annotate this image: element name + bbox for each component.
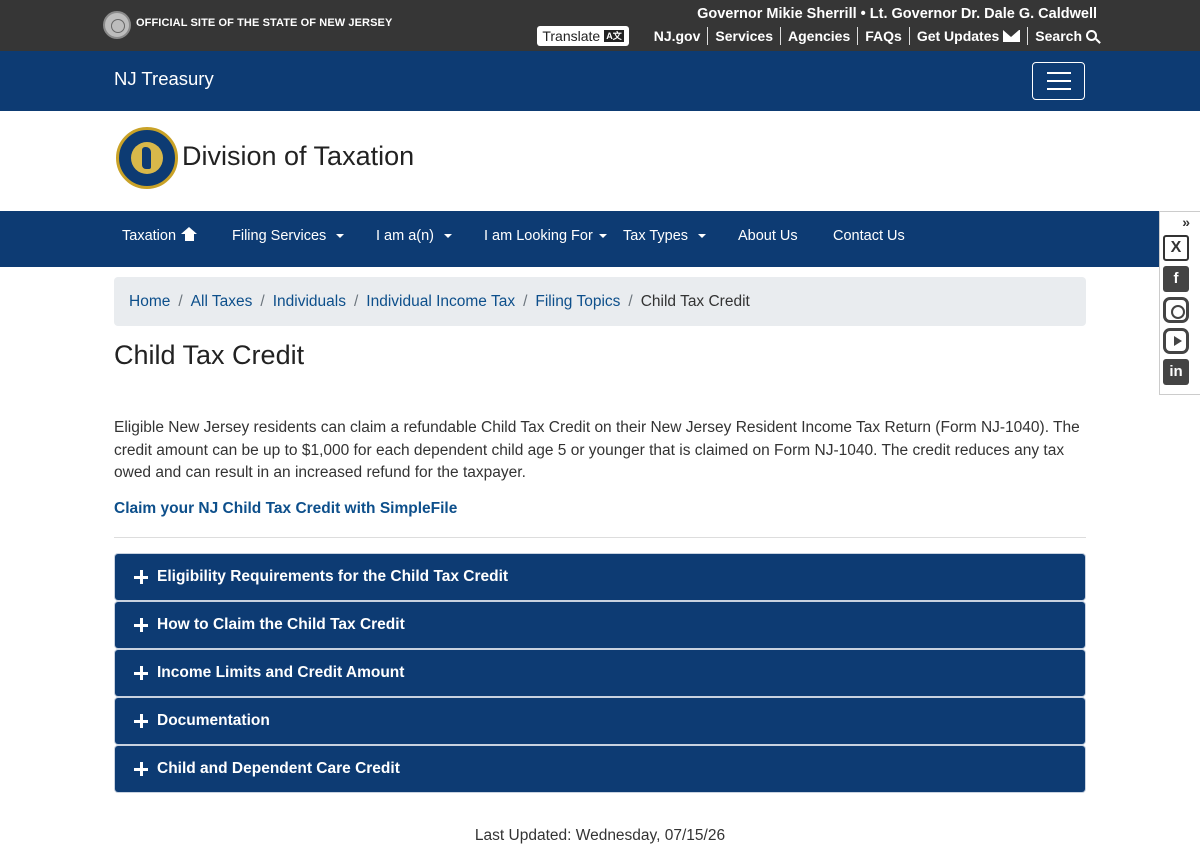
accordion: Eligibility Requirements for the Child T… xyxy=(115,554,1085,794)
governor-label: Governor Mikie Sherrill • Lt. Governor D… xyxy=(697,6,1097,22)
main-nav: Taxation Filing Services I am a(n) I am … xyxy=(0,211,1200,267)
get-updates-link[interactable]: Get Updates xyxy=(908,27,1027,45)
breadcrumb: Home / All Taxes / Individuals / Individ… xyxy=(114,277,1086,326)
breadcrumb-separator: / xyxy=(260,292,265,310)
breadcrumb-home[interactable]: Home xyxy=(129,293,170,311)
search-icon xyxy=(1086,29,1097,41)
breadcrumb-separator: / xyxy=(353,292,359,310)
accordion-eligibility[interactable]: Eligibility Requirements for the Child T… xyxy=(115,554,1085,600)
nav-i-am-a[interactable]: I am a(n) xyxy=(376,228,453,244)
breadcrumb-filing-topics[interactable]: Filing Topics xyxy=(535,293,620,311)
accordion-income-limits[interactable]: Income Limits and Credit Amount xyxy=(115,650,1085,696)
nav-taxation-label: Taxation xyxy=(122,228,177,244)
division-seal-icon[interactable] xyxy=(116,127,178,189)
state-topbar: OFFICIAL SITE OF THE STATE OF NEW JERSEY… xyxy=(0,0,1200,51)
agencies-link[interactable]: Agencies xyxy=(780,27,857,45)
accordion-label: Child and Dependent Care Credit xyxy=(157,760,400,777)
intro-paragraph: Eligible New Jersey residents can claim … xyxy=(114,419,1080,481)
breadcrumb-individuals[interactable]: Individuals xyxy=(273,293,346,311)
page-title: Child Tax Credit xyxy=(114,340,305,370)
plus-icon xyxy=(134,618,148,632)
nav-tax-types-label: Tax Types xyxy=(623,228,689,244)
search-label: Search xyxy=(1035,28,1082,44)
division-title[interactable]: Division of Taxation xyxy=(182,141,414,172)
caret-down-icon xyxy=(598,234,607,238)
x-icon[interactable]: X xyxy=(1163,235,1189,261)
breadcrumb-separator: / xyxy=(523,292,528,310)
nav-filing-services-label: Filing Services xyxy=(232,228,327,244)
social-share-sidebar: » X f in xyxy=(1159,211,1200,395)
nav-i-am-a-label: I am a(n) xyxy=(376,228,435,244)
faqs-link[interactable]: FAQs xyxy=(857,27,909,45)
breadcrumb-current: Child Tax Credit xyxy=(640,292,750,310)
translate-button[interactable]: Translate A文 xyxy=(537,26,629,46)
simplefile-claim-link[interactable]: Claim your NJ Child Tax Credit with Simp… xyxy=(114,500,457,518)
topbar-links: Translate A文 NJ.gov Services Agencies FA… xyxy=(537,26,1097,46)
services-link[interactable]: Services xyxy=(707,27,780,45)
njgov-link[interactable]: NJ.gov xyxy=(647,27,708,45)
youtube-icon[interactable] xyxy=(1163,328,1189,354)
official-site-label: OFFICIAL SITE OF THE STATE OF NEW JERSEY xyxy=(136,17,393,29)
accordion-documentation[interactable]: Documentation xyxy=(115,698,1085,744)
translate-label: Translate xyxy=(542,28,601,44)
plus-icon xyxy=(134,714,148,728)
accordion-label: Documentation xyxy=(157,712,270,729)
home-icon xyxy=(181,227,198,242)
accordion-how-to-claim[interactable]: How to Claim the Child Tax Credit xyxy=(115,602,1085,648)
caret-down-icon xyxy=(336,234,345,238)
plus-icon xyxy=(134,666,148,680)
caret-down-icon xyxy=(444,234,453,238)
translate-icon: A文 xyxy=(604,30,624,42)
caret-down-icon xyxy=(698,234,707,238)
accordion-label: Eligibility Requirements for the Child T… xyxy=(157,568,509,585)
search-link[interactable]: Search xyxy=(1027,27,1097,45)
division-header: Division of Taxation xyxy=(0,111,1200,211)
collapse-chevrons-icon[interactable]: » xyxy=(1160,212,1200,232)
accordion-label: Income Limits and Credit Amount xyxy=(157,664,405,681)
breadcrumb-separator: / xyxy=(178,292,183,310)
envelope-icon xyxy=(1003,30,1021,42)
divider xyxy=(114,537,1086,538)
menu-toggle-button[interactable] xyxy=(1032,62,1085,100)
accordion-label: How to Claim the Child Tax Credit xyxy=(157,616,405,633)
hamburger-icon xyxy=(1046,72,1071,74)
breadcrumb-all-taxes[interactable]: All Taxes xyxy=(191,293,253,311)
nav-about-us[interactable]: About Us xyxy=(738,228,798,244)
nav-looking-for-label: I am Looking For xyxy=(484,228,593,244)
treasury-bar: NJ Treasury xyxy=(0,51,1200,111)
plus-icon xyxy=(134,762,148,776)
nj-treasury-link[interactable]: NJ Treasury xyxy=(114,68,214,90)
nav-filing-services[interactable]: Filing Services xyxy=(232,228,345,244)
plus-icon xyxy=(134,570,148,584)
linkedin-icon[interactable]: in xyxy=(1163,359,1189,385)
instagram-icon[interactable] xyxy=(1163,297,1189,323)
breadcrumb-individual-income-tax[interactable]: Individual Income Tax xyxy=(366,293,515,311)
nav-taxation[interactable]: Taxation xyxy=(122,227,198,244)
nav-contact-us[interactable]: Contact Us xyxy=(833,228,905,244)
breadcrumb-separator: / xyxy=(628,292,633,310)
nj-state-seal-icon[interactable] xyxy=(103,11,131,39)
accordion-dependent-care[interactable]: Child and Dependent Care Credit xyxy=(115,746,1085,792)
nav-looking-for[interactable]: I am Looking For xyxy=(484,228,607,244)
last-updated: Last Updated: Wednesday, 07/15/26 xyxy=(474,827,726,844)
get-updates-label: Get Updates xyxy=(916,28,1000,44)
facebook-icon[interactable]: f xyxy=(1163,266,1189,292)
nav-tax-types[interactable]: Tax Types xyxy=(623,228,707,244)
